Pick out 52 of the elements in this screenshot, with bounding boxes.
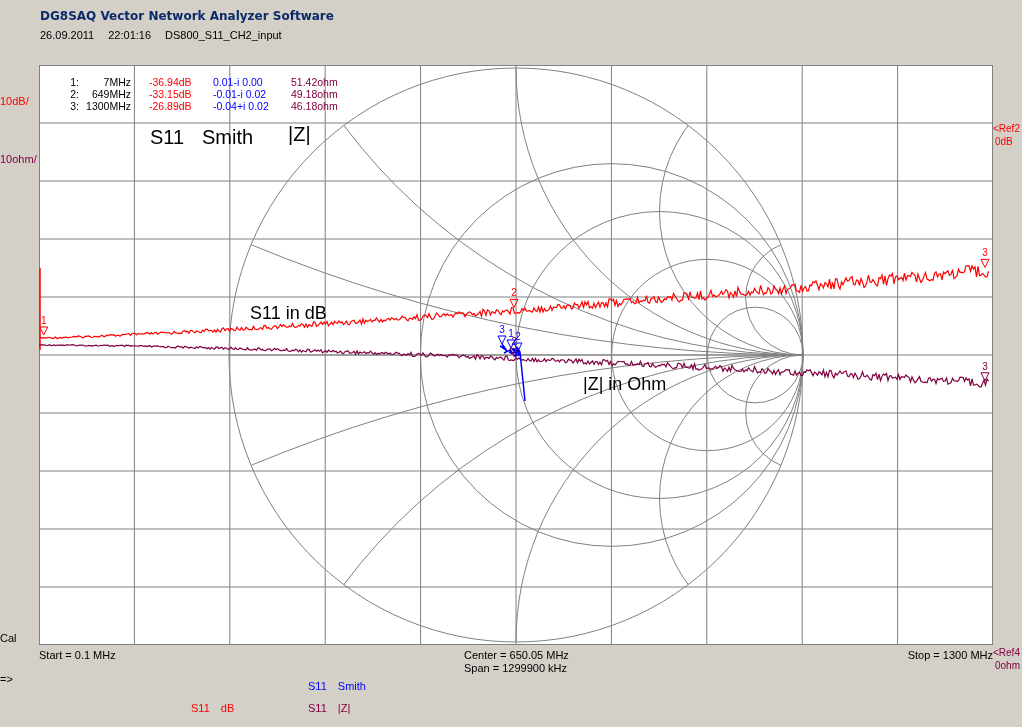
marker-label: 1 [40,314,47,326]
marker-icon [509,298,519,308]
marker-impedance: 51.42ohm [290,76,339,88]
span-frequency: Span = 1299900 kHz [464,662,568,675]
marker-db: -33.15dB [148,88,193,100]
marker-impedance: 46.18ohm [290,100,339,112]
marker-frequency: 1300MHz [85,100,131,112]
trace-annotation: S11 in dB [250,303,327,324]
marker-label: 2 [511,336,517,348]
prompt-text: => [0,673,13,685]
plot-label: Smith [202,126,254,149]
scale-label: 10dB/ [0,95,29,107]
cal-label: Cal [0,632,17,644]
reference-label: <Ref2 0dB [993,122,1020,148]
marker-db: -26.89dB [148,100,193,112]
marker-db: -36.94dB [148,76,193,88]
trace-annotation: |Z| in Ohm [583,374,667,395]
marker-icon [497,335,507,345]
plot-label: |Z| [288,123,311,146]
marker-icon [980,258,990,268]
marker-frequency: 7MHz [102,76,131,88]
scale-label: 10ohm/ [0,153,37,165]
app-title: DG8SAQ Vector Network Analyzer Software [40,9,335,23]
legend-entry: S11 Smith [308,680,366,692]
center-frequency: Center = 650.05 MHz [464,649,569,662]
marker-frequency: 649MHz [90,88,131,100]
marker-impedance: 49.18ohm [290,88,339,100]
time-text: 22:01:16 [108,29,152,41]
stop-frequency: Stop = 1300 MHz [907,649,993,663]
plot-label: S11 [150,126,185,149]
marker-icon [980,372,990,382]
date-text: 26.09.2011 [40,29,95,41]
marker-smith: -0.04+i 0.02 [212,100,270,112]
marker-smith: -0.01-i 0.02 [212,88,268,100]
marker-label: 3 [982,360,988,372]
marker-icon [509,347,519,357]
marker-index: 2: [69,88,79,100]
marker-label: 1 [508,328,514,339]
reference-label: <Ref4 0ohm [993,646,1020,672]
marker-index: 1: [69,76,79,88]
marker-index: 3: [69,100,79,112]
marker-smith: 0.01-i 0.00 [212,76,264,88]
marker-label: 3 [499,324,505,335]
legend-entry: S11 |Z| [308,702,352,714]
marker-label: 2 [515,331,521,342]
marker-icon [39,326,49,336]
file-name: DS800_S11_CH2_input [165,29,282,41]
marker-label: 2 [511,287,517,299]
start-frequency: Start = 0.1 MHz [39,649,117,663]
legend-entry: S11 dB [191,702,236,714]
marker-icon [506,339,516,349]
marker-label: 3 [982,247,988,259]
